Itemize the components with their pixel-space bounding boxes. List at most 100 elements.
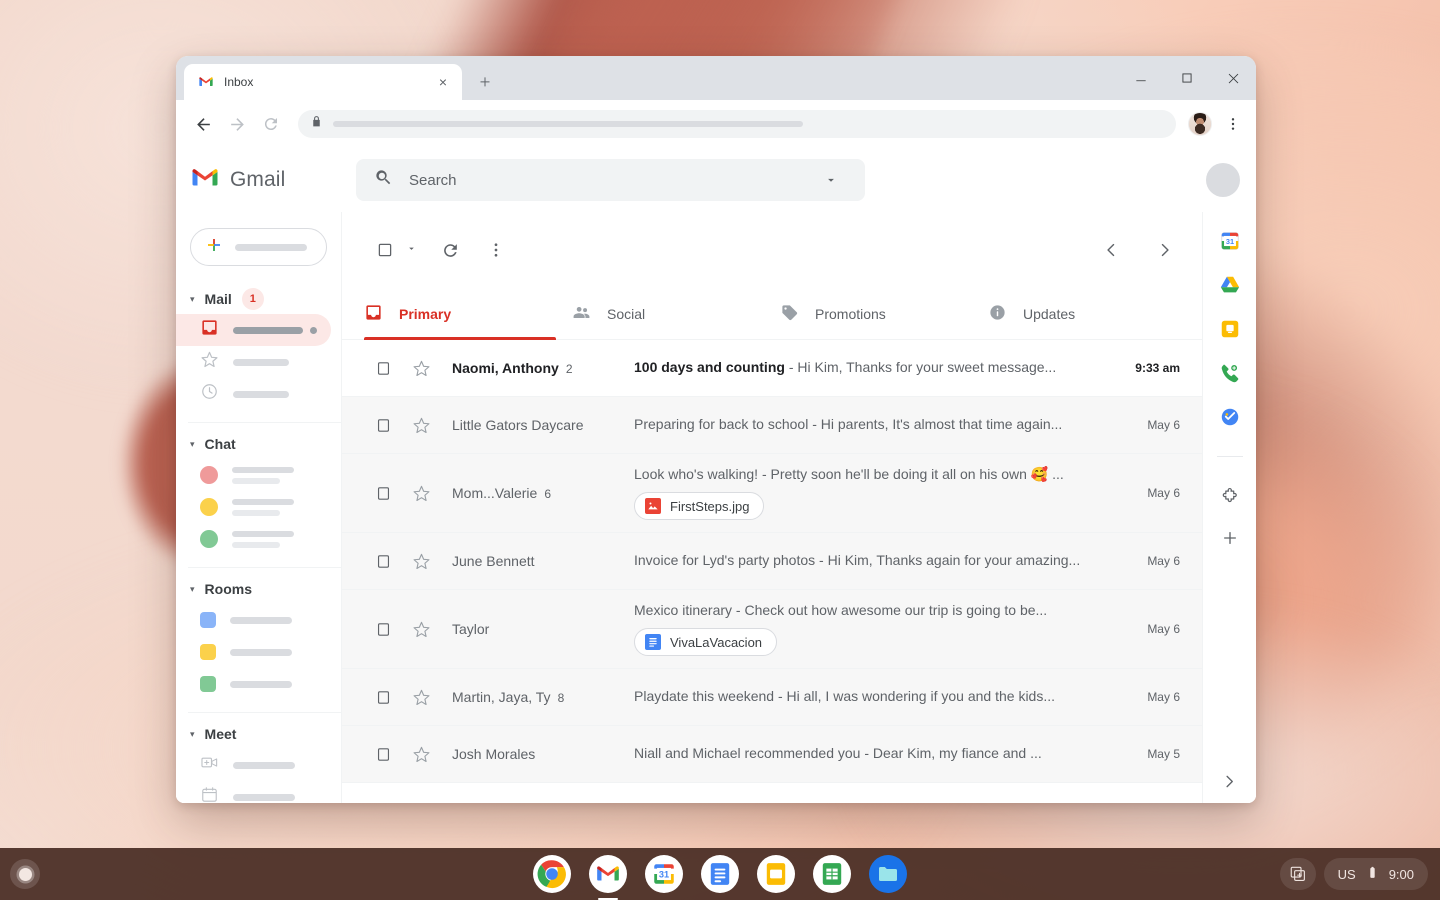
reload-icon[interactable] — [256, 109, 286, 139]
back-icon[interactable] — [188, 109, 218, 139]
tab-primary[interactable]: Primary — [364, 288, 572, 339]
table-row[interactable]: Martin, Jaya, Ty 8 Playdate this weekend… — [342, 669, 1202, 726]
close-window-button[interactable] — [1210, 56, 1256, 100]
collapse-panel-icon[interactable] — [1219, 781, 1241, 803]
new-tab-button[interactable] — [468, 65, 502, 99]
status-area[interactable]: US 9:00 — [1324, 858, 1428, 890]
shelf-app-slides[interactable] — [757, 855, 795, 893]
google-tasks-icon[interactable] — [1219, 406, 1241, 428]
sidebar-room-item[interactable] — [176, 604, 331, 636]
row-checkbox[interactable] — [364, 360, 402, 377]
refresh-icon[interactable] — [431, 231, 469, 269]
avatar — [200, 498, 218, 516]
row-checkbox[interactable] — [364, 689, 402, 706]
sidebar-item-my-meetings[interactable] — [176, 781, 331, 803]
shelf-app-chrome[interactable] — [533, 855, 571, 893]
tab-social[interactable]: Social — [572, 288, 780, 339]
email-sender: Taylor — [440, 621, 630, 637]
search-input[interactable]: Search — [356, 159, 865, 201]
forward-icon[interactable] — [222, 109, 252, 139]
email-line: Playdate this weekend - Hi all, I was wo… — [634, 688, 1055, 704]
account-avatar[interactable] — [1206, 163, 1240, 197]
profile-avatar[interactable] — [1188, 112, 1212, 136]
shelf-app-docs[interactable] — [701, 855, 739, 893]
more-vertical-icon[interactable] — [477, 231, 515, 269]
star-icon[interactable] — [402, 688, 440, 707]
row-checkbox[interactable] — [364, 485, 402, 502]
launcher-icon[interactable] — [10, 859, 40, 889]
star-icon[interactable] — [402, 620, 440, 639]
chevron-down-icon: ▾ — [190, 730, 195, 739]
gmail-logo[interactable]: Gmail — [190, 163, 356, 198]
sidebar-item-starred[interactable] — [176, 346, 331, 378]
attachment-chip[interactable]: FirstSteps.jpg — [634, 492, 764, 520]
row-checkbox[interactable] — [364, 746, 402, 763]
shelf-app-files[interactable] — [869, 855, 907, 893]
sidebar-item-inbox[interactable] — [176, 314, 331, 346]
sender-name: Little Gators Daycare — [452, 417, 584, 433]
maximize-button[interactable] — [1164, 56, 1210, 100]
minimize-button[interactable] — [1118, 56, 1164, 100]
tab-updates[interactable]: Updates — [988, 288, 1196, 339]
sidebar-chat-contact[interactable] — [176, 523, 331, 555]
add-app-icon[interactable] — [1219, 527, 1241, 549]
table-row[interactable]: Josh Morales Niall and Michael recommend… — [342, 726, 1202, 783]
email-date: May 6 — [1108, 554, 1180, 568]
close-icon[interactable]: × — [434, 73, 452, 91]
google-keep-icon[interactable] — [1219, 318, 1241, 340]
address-bar[interactable] — [298, 110, 1176, 138]
shelf-app-gmail[interactable] — [589, 855, 627, 893]
star-icon[interactable] — [402, 745, 440, 764]
sidebar-chat-contact[interactable] — [176, 491, 331, 523]
browser-menu-icon[interactable] — [1220, 111, 1246, 137]
browser-tab-inbox[interactable]: Inbox × — [184, 64, 462, 100]
sidebar-group-mail[interactable]: ▾ Mail 1 — [176, 284, 341, 314]
sender-name: Martin, Jaya, Ty — [452, 689, 551, 705]
tab-promotions[interactable]: Promotions — [780, 288, 988, 339]
gmail-header: Gmail Search — [176, 148, 1256, 212]
gmail-icon — [190, 163, 220, 198]
chevron-down-icon[interactable] — [406, 241, 417, 259]
sidebar-item-new-meeting[interactable] — [176, 749, 331, 781]
sidebar-group-rooms[interactable]: ▾ Rooms — [176, 574, 341, 604]
sidebar-group-chat[interactable]: ▾ Chat — [176, 429, 341, 459]
google-calendar-icon[interactable]: 31 — [1219, 230, 1241, 252]
table-row[interactable]: Naomi, Anthony 2 100 days and counting -… — [342, 340, 1202, 397]
sidebar-room-item[interactable] — [176, 668, 331, 700]
sidebar-chat-contact[interactable] — [176, 459, 331, 491]
select-all-checkbox[interactable] — [366, 231, 404, 269]
star-icon[interactable] — [402, 552, 440, 571]
chat-contact-lines — [232, 499, 294, 516]
puzzle-piece-icon[interactable] — [1219, 483, 1241, 505]
table-row[interactable]: Little Gators Daycare Preparing for back… — [342, 397, 1202, 454]
chevron-down-icon[interactable] — [813, 162, 849, 198]
google-voice-icon[interactable] — [1219, 362, 1241, 384]
select-all-control[interactable] — [366, 231, 417, 269]
star-icon[interactable] — [402, 359, 440, 378]
plus-icon — [205, 236, 223, 259]
table-row[interactable]: June Bennett Invoice for Lyd's party pho… — [342, 533, 1202, 590]
google-drive-icon[interactable] — [1219, 274, 1241, 296]
sender-name: Naomi, Anthony — [452, 360, 559, 376]
star-icon[interactable] — [402, 484, 440, 503]
shelf-app-sheets[interactable] — [813, 855, 851, 893]
sidebar-item-snoozed[interactable] — [176, 378, 331, 410]
row-checkbox[interactable] — [364, 621, 402, 638]
attachment-chip[interactable]: VivaLaVacacion — [634, 628, 777, 656]
row-checkbox[interactable] — [364, 553, 402, 570]
side-panel: 31 — [1202, 212, 1256, 803]
shelf-app-calendar[interactable]: 31 — [645, 855, 683, 893]
thread-count: 8 — [558, 691, 565, 705]
row-checkbox[interactable] — [364, 417, 402, 434]
gmail-body: ▾ Mail 1 — [176, 212, 1256, 803]
star-icon[interactable] — [402, 416, 440, 435]
table-row[interactable]: Taylor Mexico itinerary - Check out how … — [342, 590, 1202, 669]
chevron-right-icon[interactable] — [1146, 231, 1184, 269]
compose-button[interactable] — [190, 228, 327, 266]
table-row[interactable]: Mom...Valerie 6 Look who's walking! - Pr… — [342, 454, 1202, 533]
mail-toolbar — [342, 212, 1202, 288]
sidebar-room-item[interactable] — [176, 636, 331, 668]
sidebar-group-meet[interactable]: ▾ Meet — [176, 719, 341, 749]
screen-capture-icon[interactable] — [1280, 858, 1316, 890]
chevron-left-icon[interactable] — [1092, 231, 1130, 269]
